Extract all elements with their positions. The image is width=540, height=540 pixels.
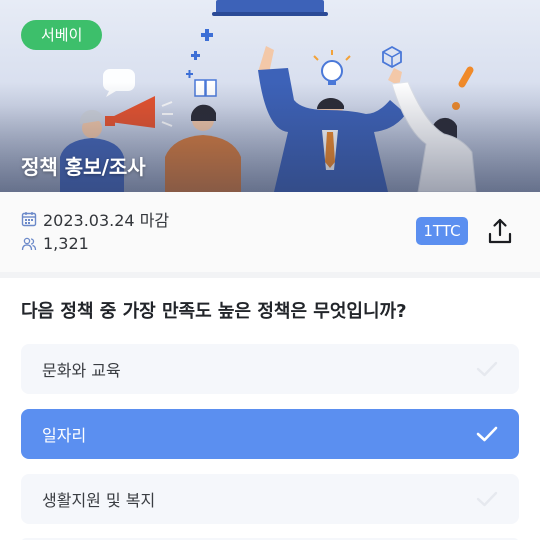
participants-count: 1,321 xyxy=(43,234,89,253)
check-icon xyxy=(476,426,498,442)
deadline-row: 2023.03.24 마감 xyxy=(21,207,169,231)
check-icon xyxy=(476,361,498,377)
check-icon xyxy=(476,491,498,507)
reward-badge: 1TTC xyxy=(416,217,468,245)
hero-banner: 서베이 정책 홍보/조사 xyxy=(0,0,540,192)
option-label: 문화와 교육 xyxy=(42,361,121,380)
option-welfare[interactable]: 생활지원 및 복지 xyxy=(21,474,519,524)
people-icon xyxy=(21,237,37,250)
survey-title: 정책 홍보/조사 xyxy=(21,155,146,179)
participants-row: 1,321 xyxy=(21,234,89,253)
option-label: 생활지원 및 복지 xyxy=(42,491,156,510)
question-text: 다음 정책 중 가장 만족도 높은 정책은 무엇입니까? xyxy=(21,301,407,322)
deadline-text: 2023.03.24 마감 xyxy=(43,211,170,230)
category-tag: 서베이 xyxy=(21,20,103,50)
calendar-icon xyxy=(21,212,37,227)
section-divider xyxy=(0,272,540,278)
option-label: 일자리 xyxy=(42,426,87,445)
option-culture-education[interactable]: 문화와 교육 xyxy=(21,344,519,394)
share-icon[interactable] xyxy=(485,216,515,246)
option-jobs[interactable]: 일자리 xyxy=(21,409,519,459)
